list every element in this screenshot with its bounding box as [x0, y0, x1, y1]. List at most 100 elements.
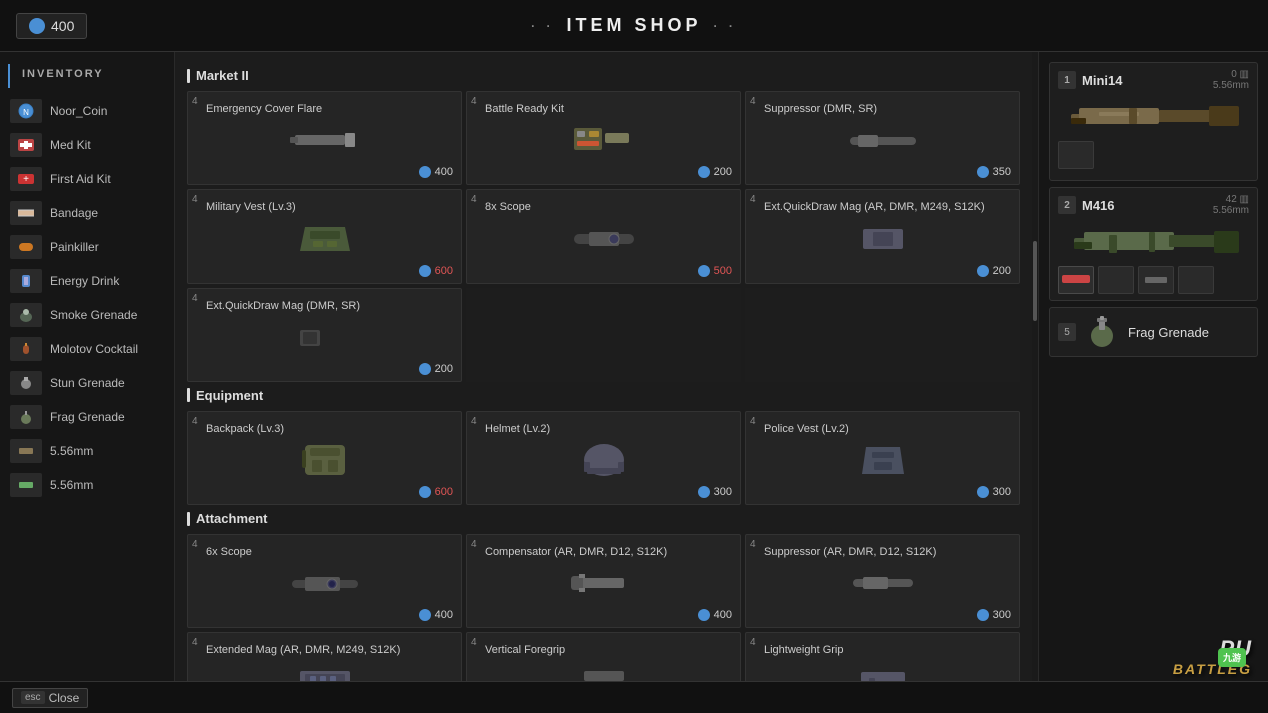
img-extmag [196, 662, 453, 681]
item-ext-mag[interactable]: 4 Extended Mag (AR, DMR, M249, S12K) 200 [187, 632, 462, 681]
m416-attachments [1058, 266, 1249, 294]
img-scope6 [196, 563, 453, 603]
qty-battle: 4 [471, 96, 477, 107]
coin-icon-flare [419, 166, 431, 178]
qty-supp2: 4 [750, 539, 756, 550]
qty-vgrip: 4 [471, 637, 477, 648]
weapon-name-mini14: Mini14 [1082, 73, 1122, 88]
scrollbar[interactable] [1032, 52, 1038, 681]
market-row3: 4 Ext.QuickDraw Mag (DMR, SR) 200 [187, 288, 1020, 382]
main-layout: INVENTORY N Noor_Coin Med Kit + First Ai… [0, 52, 1268, 681]
item-military-vest[interactable]: 4 Military Vest (Lv.3) 600 [187, 189, 462, 283]
name-scope8: 8x Scope [475, 196, 732, 214]
price-comp: 400 [475, 609, 732, 621]
weapon-slot-1[interactable]: 1 Mini14 0 ▥ 5.56mm [1049, 62, 1258, 181]
ammo-type-mini14: 5.56mm [1213, 80, 1249, 91]
item-police-vest[interactable]: 4 Police Vest (Lv.2) 300 [745, 411, 1020, 505]
svg-text:N: N [23, 108, 29, 117]
item-suppressor-dmr-sr[interactable]: 4 Suppressor (DMR, SR) 350 [745, 91, 1020, 185]
mini14-attachment-slot [1058, 141, 1094, 169]
name-extmag: Extended Mag (AR, DMR, M249, S12K) [196, 639, 453, 657]
sidebar-item-smoke[interactable]: Smoke Grenade [0, 298, 174, 332]
close-button[interactable]: esc Close [12, 688, 88, 708]
qty-mag-dmr: 4 [192, 293, 198, 304]
sidebar-label-coin: Noor_Coin [50, 104, 107, 118]
bottom-bar: esc Close [0, 681, 1268, 713]
item-8x-scope[interactable]: 4 8x Scope 500 [466, 189, 741, 283]
sidebar-item-bandage[interactable]: Bandage [0, 196, 174, 230]
sidebar-item-stun[interactable]: Stun Grenade [0, 366, 174, 400]
weapon-slot-2[interactable]: 2 M416 42 ▥ 5.56mm [1049, 187, 1258, 301]
ammo-label-mini14: ▥ [1240, 69, 1249, 80]
img-backpack [196, 440, 453, 480]
price-mag-ar: 200 [754, 265, 1011, 277]
sidebar-item-coin[interactable]: N Noor_Coin [0, 94, 174, 128]
price-scope6: 400 [196, 609, 453, 621]
qty-comp: 4 [471, 539, 477, 550]
sidebar-item-ammo2[interactable]: 5.56mm [0, 468, 174, 502]
price-flare: 400 [196, 166, 453, 178]
qty-scope6: 4 [192, 539, 198, 550]
item-6x-scope[interactable]: 4 6x Scope 400 [187, 534, 462, 628]
sidebar-item-molotov[interactable]: Molotov Cocktail [0, 332, 174, 366]
weapon-image-m416 [1058, 222, 1249, 262]
item-helmet[interactable]: 4 Helmet (Lv.2) 300 [466, 411, 741, 505]
item-backpack[interactable]: 4 Backpack (Lv.3) 600 [187, 411, 462, 505]
price-vest: 600 [196, 265, 453, 277]
attachment-section-title: Attachment [187, 511, 1020, 526]
deco-left: · · [531, 19, 554, 33]
item-battle-ready-kit[interactable]: 4 Battle Ready Kit 200 [466, 91, 741, 185]
qty-supp1: 4 [750, 96, 756, 107]
stun-icon [10, 371, 42, 395]
qty-helmet: 4 [471, 416, 477, 427]
img-comp [475, 563, 732, 603]
sidebar-label-firstaid: First Aid Kit [50, 172, 111, 186]
attachment-row1: 4 6x Scope 400 4 Compens [187, 534, 1020, 628]
sidebar-item-frag[interactable]: Frag Grenade [0, 400, 174, 434]
market-section-title: Market II [187, 68, 1020, 83]
price-pvest: 300 [754, 486, 1011, 498]
item-compensator[interactable]: 4 Compensator (AR, DMR, D12, S12K) 400 [466, 534, 741, 628]
item-lightweight-grip[interactable]: 4 Lightweight Grip 250 [745, 632, 1020, 681]
name-backpack: Backpack (Lv.3) [196, 418, 453, 436]
equipment-section-title: Equipment [187, 388, 1020, 403]
sidebar-label-painkiller: Painkiller [50, 240, 99, 254]
qty-scope8: 4 [471, 194, 477, 205]
shop-area[interactable]: Market II 4 Emergency Cover Flare 400 [175, 52, 1032, 681]
qty-flare: 4 [192, 96, 198, 107]
coin-icon-vest [419, 265, 431, 277]
img-pvest [754, 440, 1011, 480]
sidebar-item-firstaid[interactable]: + First Aid Kit [0, 162, 174, 196]
item-emergency-cover-flare[interactable]: 4 Emergency Cover Flare 400 [187, 91, 462, 185]
name-supp1: Suppressor (DMR, SR) [754, 98, 1011, 116]
coin-icon-backpack [419, 486, 431, 498]
weapon-stats-mini14: 0 ▥ 5.56mm [1213, 69, 1249, 91]
sidebar-item-medkit[interactable]: Med Kit [0, 128, 174, 162]
sidebar-item-painkiller[interactable]: Painkiller [0, 230, 174, 264]
item-ext-qd-mag-dmr[interactable]: 4 Ext.QuickDraw Mag (DMR, SR) 200 [187, 288, 462, 382]
item-vertical-foregrip[interactable]: 4 Vertical Foregrip 250 [466, 632, 741, 681]
ammo-count-mini14: 0 [1231, 69, 1237, 80]
item-ext-qd-mag-ar[interactable]: 4 Ext.QuickDraw Mag (AR, DMR, M249, S12K… [745, 189, 1020, 283]
m416-attach-2 [1098, 266, 1134, 294]
sidebar-item-ammo1[interactable]: 5.56mm [0, 434, 174, 468]
grenade-slot-5[interactable]: 5 Frag Grenade [1049, 307, 1258, 357]
frag-icon [10, 405, 42, 429]
shop-title: · · ITEM SHOP · · [531, 15, 737, 36]
molotov-icon [10, 337, 42, 361]
close-label: Close [49, 691, 80, 705]
img-scope8 [475, 219, 732, 259]
market-filler1 [466, 288, 741, 382]
m416-attach-3 [1138, 266, 1174, 294]
ammo2-icon [10, 473, 42, 497]
sidebar-item-energy[interactable]: Energy Drink [0, 264, 174, 298]
m416-attach-1 [1058, 266, 1094, 294]
price-supp2: 300 [754, 609, 1011, 621]
currency-amount: 400 [51, 18, 74, 34]
qty-vest: 4 [192, 194, 198, 205]
img-supp1 [754, 120, 1011, 160]
bandage-icon [10, 201, 42, 225]
item-suppressor-ar[interactable]: 4 Suppressor (AR, DMR, D12, S12K) 300 [745, 534, 1020, 628]
medkit-icon [10, 133, 42, 157]
sidebar-label-smoke: Smoke Grenade [50, 308, 137, 322]
